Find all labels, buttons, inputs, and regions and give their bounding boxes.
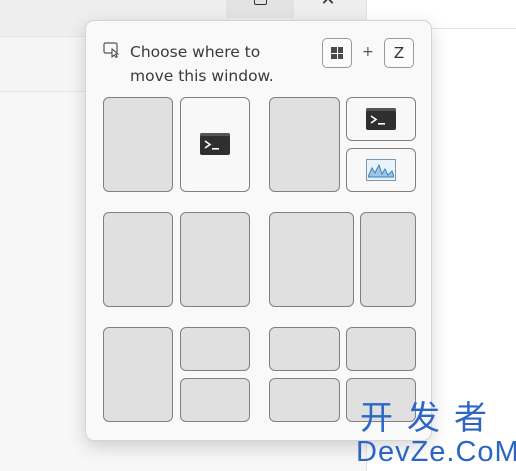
snap-zone-bottom-right[interactable] [180, 378, 250, 422]
snap-layouts-flyout: Choose where to move this window. + Z [85, 20, 432, 441]
snap-zone-left[interactable] [103, 212, 173, 307]
watermark: 开发者 DevZe.CoM [356, 398, 516, 469]
windows-logo-icon [331, 47, 343, 59]
snap-zone-bottom-right[interactable] [346, 148, 416, 192]
plus-sign: + [362, 44, 374, 60]
snap-zone-left[interactable] [103, 327, 173, 422]
snap-zone-right[interactable] [180, 212, 250, 307]
snap-zone-left[interactable] [269, 97, 340, 192]
watermark-line2: DevZe.CoM [356, 436, 516, 468]
watermark-line1: 开发者 [360, 398, 501, 437]
performance-monitor-icon [366, 159, 396, 181]
snap-zone-top-left[interactable] [269, 327, 340, 371]
snap-zone-wide[interactable] [269, 212, 354, 307]
close-button[interactable]: ✕ [318, 0, 338, 10]
snap-zone-bottom-left[interactable] [269, 378, 340, 422]
snap-zone-top-right[interactable] [346, 327, 416, 371]
maximize-button[interactable] [226, 0, 294, 18]
terminal-icon [200, 133, 230, 155]
snap-window-icon [103, 42, 120, 58]
windows-key [322, 38, 352, 68]
z-key: Z [384, 38, 414, 68]
snap-zone-right[interactable] [180, 97, 250, 192]
snap-zone-top-right[interactable] [346, 97, 416, 141]
snap-zone-narrow[interactable] [360, 212, 416, 307]
snap-zone-left[interactable] [103, 97, 173, 192]
maximize-icon [254, 0, 267, 5]
terminal-icon [366, 108, 396, 130]
snap-prompt-text: Choose where to move this window. [130, 43, 274, 85]
snap-zone-top-right[interactable] [180, 327, 250, 371]
